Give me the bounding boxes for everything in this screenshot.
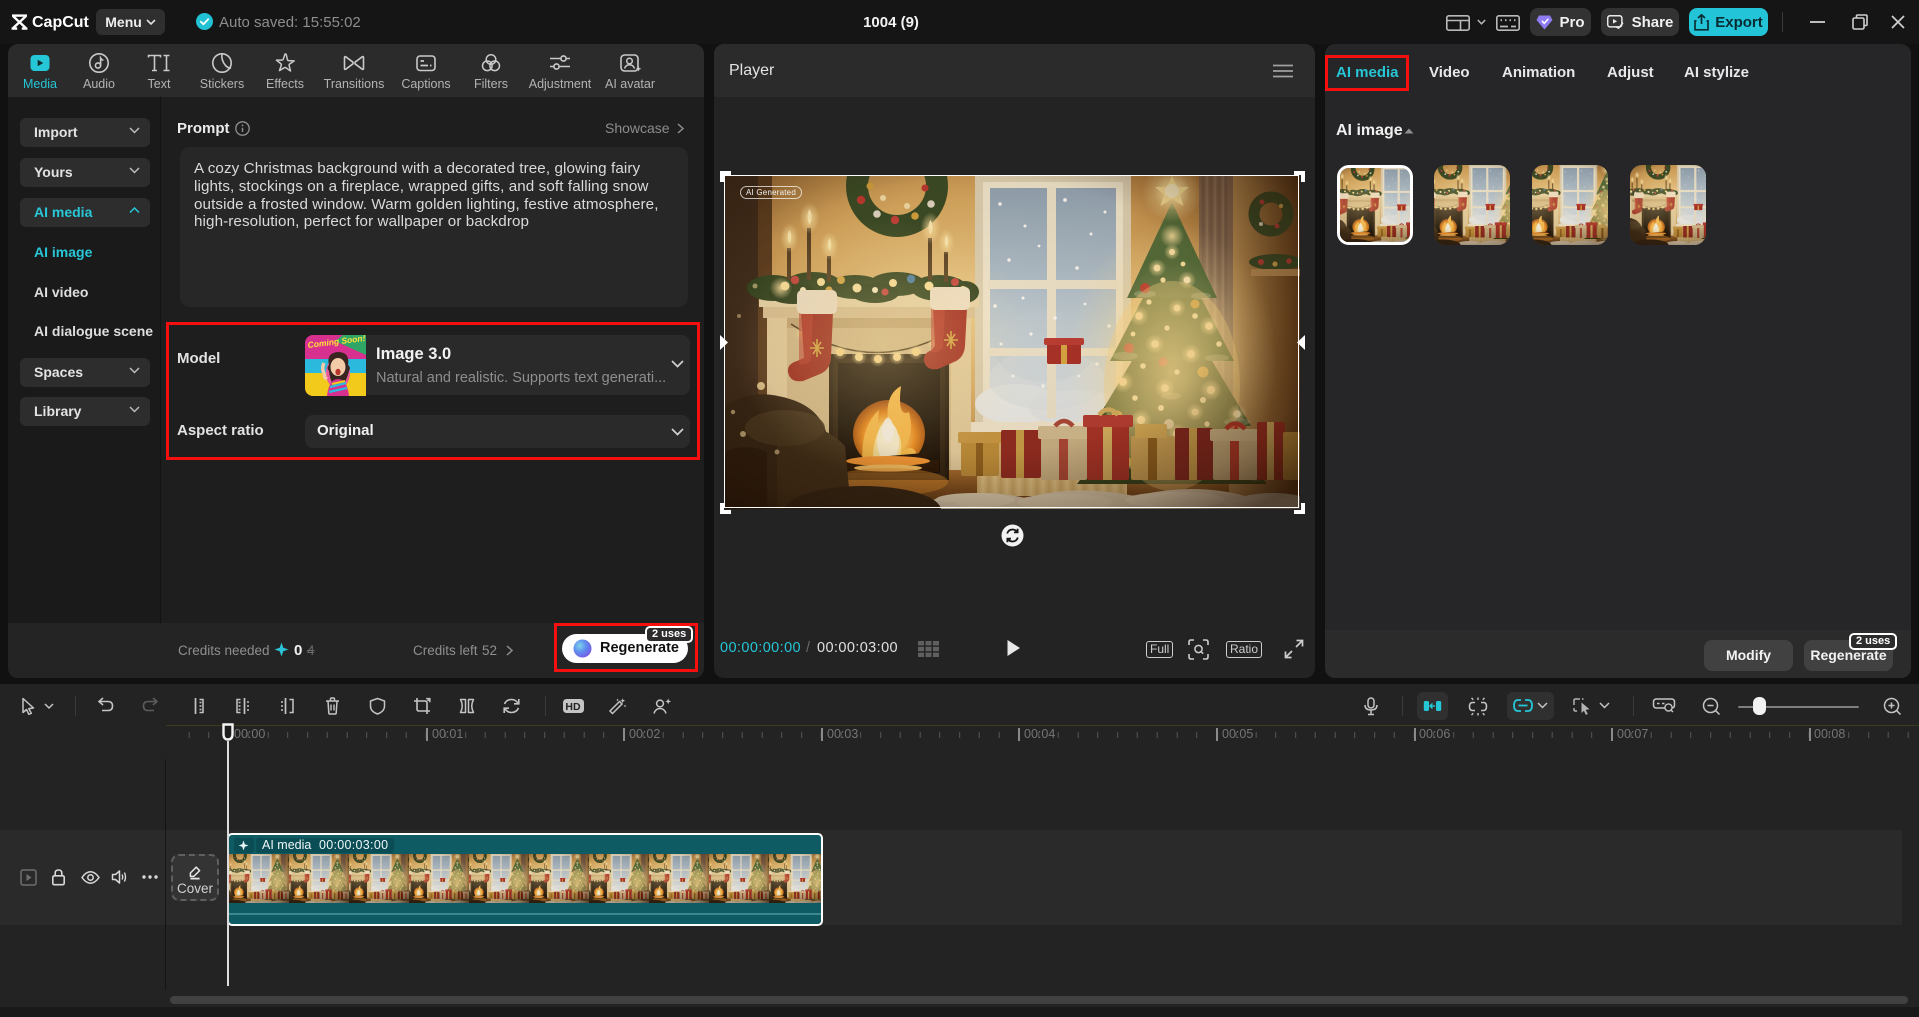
svg-text:HD: HD — [565, 701, 581, 713]
